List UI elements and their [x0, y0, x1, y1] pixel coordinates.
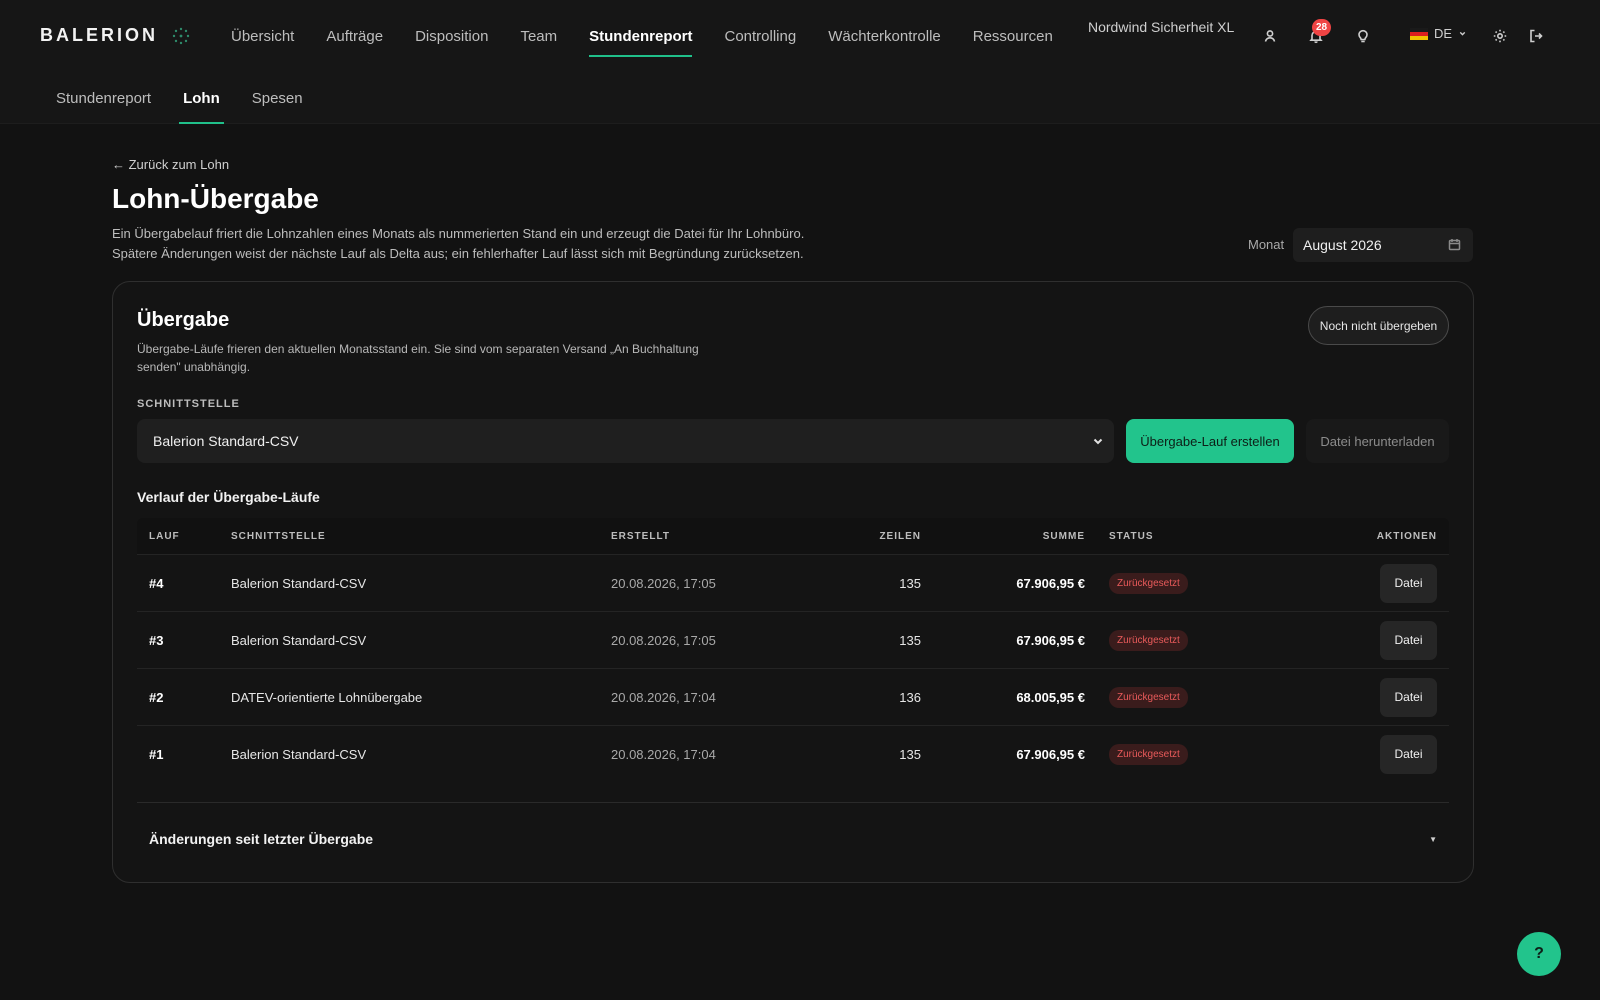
- cell-schnittstelle: Balerion Standard-CSV: [231, 746, 367, 762]
- status-badge: Zurückgesetzt: [1109, 686, 1188, 708]
- nav-item-controlling[interactable]: Controlling: [708, 0, 812, 72]
- cell-lauf: #2: [149, 689, 164, 705]
- cell-zeilen: 135: [899, 746, 921, 762]
- download-file-button[interactable]: Datei herunterladen: [1306, 419, 1449, 463]
- nav-item-auftraege[interactable]: Aufträge: [310, 0, 399, 72]
- column-header-status: STATUS: [1109, 530, 1154, 542]
- interface-select-value: Balerion Standard-CSV: [153, 433, 299, 449]
- nav-item-uebersicht[interactable]: Übersicht: [215, 0, 310, 72]
- page-description: Ein Übergabelauf friert die Lohnzahlen e…: [112, 226, 805, 261]
- nav-item-waechterkontrolle[interactable]: Wächterkontrolle: [812, 0, 957, 72]
- cell-schnittstelle: Balerion Standard-CSV: [231, 575, 367, 591]
- top-navigation-bar: BALERION Übersicht Aufträge Disposition …: [0, 0, 1600, 72]
- status-badge: Zurückgesetzt: [1109, 572, 1188, 594]
- tab-stundenreport[interactable]: Stundenreport: [40, 72, 167, 124]
- lightbulb-icon[interactable]: [1353, 26, 1373, 46]
- nav-item-ressourcen[interactable]: Ressourcen: [957, 0, 1069, 72]
- cell-erstellt: 20.08.2026, 17:05: [611, 575, 716, 591]
- month-picker[interactable]: August 2026: [1293, 228, 1473, 262]
- interface-label: SCHNITTSTELLE: [137, 398, 240, 410]
- cell-lauf: #3: [149, 632, 164, 648]
- cell-aktionen: Datei: [1285, 563, 1449, 603]
- cell-zeilen: 136: [899, 689, 921, 705]
- status-badge: Noch nicht übergeben: [1308, 306, 1449, 345]
- cell-erstellt: 20.08.2026, 17:04: [611, 746, 716, 762]
- table-header: LAUF SCHNITTSTELLE ERSTELLT ZEILEN SUMME…: [137, 518, 1449, 554]
- cell-aktionen: Datei: [1285, 620, 1449, 660]
- changes-label: Änderungen seit letzter Übergabe: [149, 831, 374, 847]
- main-nav: Übersicht Aufträge Disposition Team Stun…: [215, 0, 1069, 72]
- changes-since-last-handover-toggle[interactable]: Änderungen seit letzter Übergabe ▼: [137, 803, 1449, 875]
- status-badge: Zurückgesetzt: [1109, 743, 1188, 765]
- back-link[interactable]: ← Zurück zum Lohn: [112, 157, 229, 172]
- cell-status: Zurückgesetzt: [1085, 572, 1285, 594]
- gear-icon[interactable]: [1490, 26, 1510, 46]
- nav-item-team[interactable]: Team: [504, 0, 573, 72]
- runs-table: LAUF SCHNITTSTELLE ERSTELLT ZEILEN SUMME…: [137, 518, 1449, 782]
- sub-nav: Stundenreport Lohn Spesen: [40, 72, 319, 124]
- history-title: Verlauf der Übergabe-Läufe: [137, 489, 320, 505]
- status-badge: Zurückgesetzt: [1109, 629, 1188, 651]
- user-icon[interactable]: [1260, 26, 1280, 46]
- file-button[interactable]: Datei: [1380, 734, 1437, 774]
- logo-dots-icon: [172, 27, 190, 44]
- create-run-button[interactable]: Übergabe-Lauf erstellen: [1126, 419, 1294, 463]
- flag-de-icon: [1410, 27, 1428, 40]
- chevron-down-icon: [1092, 434, 1104, 450]
- card-title: Übergabe: [137, 309, 230, 331]
- cell-status: Zurückgesetzt: [1085, 686, 1285, 708]
- cell-schnittstelle: Balerion Standard-CSV: [231, 632, 367, 648]
- cell-schnittstelle: DATEV-orientierte Lohnübergabe: [231, 689, 423, 705]
- nav-item-disposition[interactable]: Disposition: [399, 0, 504, 72]
- file-button[interactable]: Datei: [1380, 563, 1437, 603]
- cell-erstellt: 20.08.2026, 17:05: [611, 632, 716, 648]
- page-title: Lohn-Übergabe: [112, 183, 319, 214]
- calendar-icon: [1448, 238, 1461, 254]
- help-button[interactable]: ?: [1517, 932, 1561, 976]
- file-button[interactable]: Datei: [1380, 620, 1437, 660]
- table-row: #4 Balerion Standard-CSV 20.08.2026, 17:…: [137, 554, 1449, 611]
- brand-name: BALERION: [40, 25, 158, 45]
- caret-down-icon: ▼: [1429, 834, 1437, 844]
- logout-icon[interactable]: [1526, 26, 1546, 46]
- month-value: August 2026: [1303, 237, 1382, 253]
- language-code: DE: [1434, 26, 1453, 41]
- uebergabe-card: Übergabe Übergabe-Läufe frieren den aktu…: [112, 281, 1474, 883]
- month-label: Monat: [1248, 237, 1285, 252]
- cell-summe: 67.906,95 €: [1016, 746, 1085, 762]
- cell-zeilen: 135: [899, 632, 921, 648]
- sub-navigation-bar: Stundenreport Lohn Spesen: [0, 72, 1600, 124]
- cell-zeilen: 135: [899, 575, 921, 591]
- cell-aktionen: Datei: [1285, 734, 1449, 774]
- column-header-aktionen: AKTIONEN: [1376, 530, 1437, 542]
- chevron-down-icon: [1458, 26, 1467, 41]
- file-button[interactable]: Datei: [1380, 677, 1437, 717]
- cell-lauf: #4: [149, 575, 164, 591]
- language-selector[interactable]: DE: [1410, 26, 1467, 41]
- notification-count-badge: 28: [1312, 19, 1332, 36]
- column-header-schnittstelle: SCHNITTSTELLE: [231, 530, 326, 542]
- cell-erstellt: 20.08.2026, 17:04: [611, 689, 716, 705]
- table-row: #3 Balerion Standard-CSV 20.08.2026, 17:…: [137, 611, 1449, 668]
- company-name[interactable]: Nordwind Sicherheit XL: [1088, 19, 1234, 35]
- column-header-summe: SUMME: [1042, 530, 1085, 542]
- column-header-zeilen: ZEILEN: [879, 530, 921, 542]
- tab-lohn[interactable]: Lohn: [167, 72, 236, 124]
- cell-aktionen: Datei: [1285, 677, 1449, 717]
- brand-logo[interactable]: BALERION: [40, 25, 190, 46]
- cell-summe: 68.005,95 €: [1016, 689, 1085, 705]
- interface-select[interactable]: Balerion Standard-CSV: [137, 419, 1114, 463]
- nav-item-stundenreport[interactable]: Stundenreport: [573, 0, 708, 72]
- table-row: #2 DATEV-orientierte Lohnübergabe 20.08.…: [137, 668, 1449, 725]
- cell-summe: 67.906,95 €: [1016, 632, 1085, 648]
- tab-spesen[interactable]: Spesen: [236, 72, 319, 124]
- card-description: Übergabe-Läufe frieren den aktuellen Mon…: [137, 342, 699, 374]
- table-row: #1 Balerion Standard-CSV 20.08.2026, 17:…: [137, 725, 1449, 782]
- cell-status: Zurückgesetzt: [1085, 743, 1285, 765]
- cell-status: Zurückgesetzt: [1085, 629, 1285, 651]
- column-header-lauf: LAUF: [149, 530, 180, 542]
- cell-summe: 67.906,95 €: [1016, 575, 1085, 591]
- column-header-erstellt: ERSTELLT: [611, 530, 670, 542]
- cell-lauf: #1: [149, 746, 164, 762]
